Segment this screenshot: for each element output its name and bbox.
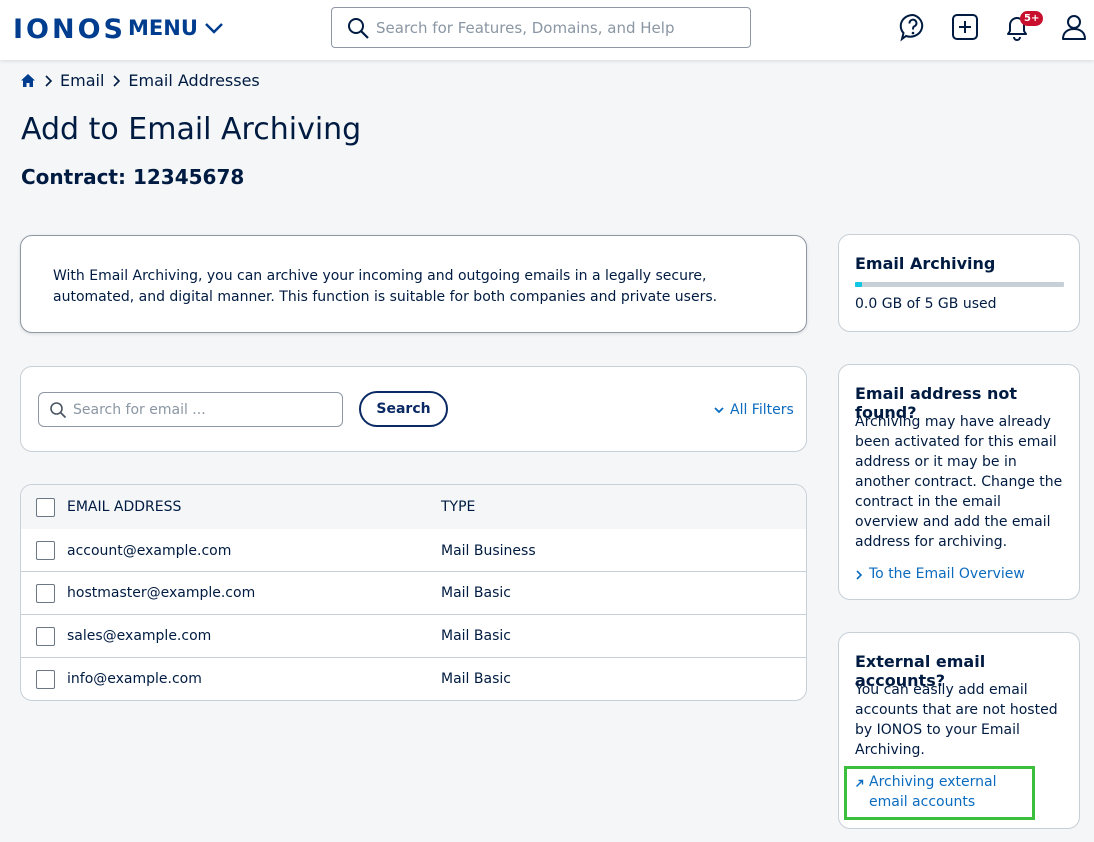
storage-progress-fill: [855, 282, 863, 287]
user-account-button[interactable]: [1059, 12, 1089, 42]
row-email: hostmaster@example.com: [67, 585, 256, 601]
table-header-row: EMAIL ADDRESS TYPE: [21, 485, 806, 529]
external-accounts-card: External email accounts? You can easily …: [838, 632, 1080, 829]
chevron-right-icon: [856, 570, 863, 580]
filter-card: Search All Filters: [20, 366, 807, 452]
archiving-external-accounts-link[interactable]: Archiving external email accounts: [855, 772, 1035, 812]
breadcrumb: Email Email Addresses: [20, 71, 260, 90]
page-title: Add to Email Archiving: [21, 112, 362, 147]
email-search-input[interactable]: [73, 401, 333, 418]
email-overview-link-label: To the Email Overview: [869, 566, 1025, 582]
user-icon: [1062, 15, 1086, 40]
info-text: With Email Archiving, you can archive yo…: [53, 268, 718, 305]
breadcrumb-separator: [112, 74, 121, 87]
storage-usage-text: 0.0 GB of 5 GB used: [855, 296, 997, 312]
menu-button[interactable]: MENU: [128, 16, 224, 40]
row-email: account@example.com: [67, 542, 232, 559]
row-email: info@example.com: [67, 671, 202, 687]
table-row: sales@example.com Mail Basic: [21, 614, 806, 657]
global-search-box[interactable]: [331, 7, 751, 48]
not-found-text: Archiving may have already been activate…: [855, 414, 1063, 550]
column-header-type: TYPE: [441, 499, 476, 515]
chevron-down-icon: [714, 407, 724, 414]
help-chat-button[interactable]: [898, 12, 928, 42]
table-row: info@example.com Mail Basic: [21, 657, 806, 700]
archiving-external-accounts-link-label: Archiving external email accounts: [869, 774, 997, 810]
search-button[interactable]: Search: [359, 391, 448, 427]
contract-label: Contract: 12345678: [21, 165, 245, 189]
breadcrumb-separator: [44, 74, 52, 87]
menu-label: MENU: [128, 16, 198, 40]
add-button[interactable]: [950, 12, 980, 42]
table-row: account@example.com Mail Business: [21, 529, 806, 572]
email-overview-link[interactable]: To the Email Overview: [855, 564, 1025, 584]
table-row: hostmaster@example.com Mail Basic: [21, 571, 806, 614]
search-icon: [348, 17, 369, 39]
row-checkbox[interactable]: [36, 541, 55, 560]
row-checkbox[interactable]: [36, 583, 55, 603]
info-card: With Email Archiving, you can archive yo…: [20, 235, 807, 333]
external-text: You can easily add email accounts that a…: [855, 682, 1058, 758]
top-header: IONOS MENU 5+: [0, 0, 1094, 60]
row-type: Mail Business: [441, 542, 536, 559]
add-icon: [952, 14, 978, 40]
row-type: Mail Basic: [441, 585, 511, 601]
row-type: Mail Basic: [441, 671, 511, 687]
row-checkbox[interactable]: [36, 626, 55, 646]
row-type: Mail Basic: [441, 628, 511, 644]
archiving-usage-card: Email Archiving 0.0 GB of 5 GB used: [838, 234, 1080, 332]
breadcrumb-email-addresses[interactable]: Email Addresses: [128, 71, 259, 90]
row-checkbox[interactable]: [36, 669, 55, 689]
ionos-logo[interactable]: IONOS: [13, 14, 126, 45]
storage-progress-bar: [855, 282, 1064, 287]
chevron-down-icon: [204, 23, 223, 34]
breadcrumb-email[interactable]: Email: [60, 71, 104, 90]
search-icon: [50, 401, 67, 418]
select-all-checkbox[interactable]: [36, 497, 55, 517]
email-search-box[interactable]: [38, 392, 343, 427]
help-chat-icon: [899, 13, 924, 42]
global-search-input[interactable]: [376, 18, 736, 37]
all-filters-label: All Filters: [730, 402, 794, 418]
column-header-email: EMAIL ADDRESS: [67, 499, 182, 515]
all-filters-toggle[interactable]: All Filters: [714, 402, 794, 418]
home-icon[interactable]: [20, 73, 36, 88]
row-email: sales@example.com: [67, 628, 212, 644]
external-link-arrow-icon: [856, 779, 864, 787]
archiving-title: Email Archiving: [855, 254, 996, 273]
address-not-found-card: Email address not found? Archiving may h…: [838, 364, 1080, 600]
notification-badge: 5+: [1020, 11, 1044, 26]
email-table: EMAIL ADDRESS TYPE account@example.com M…: [20, 484, 807, 701]
